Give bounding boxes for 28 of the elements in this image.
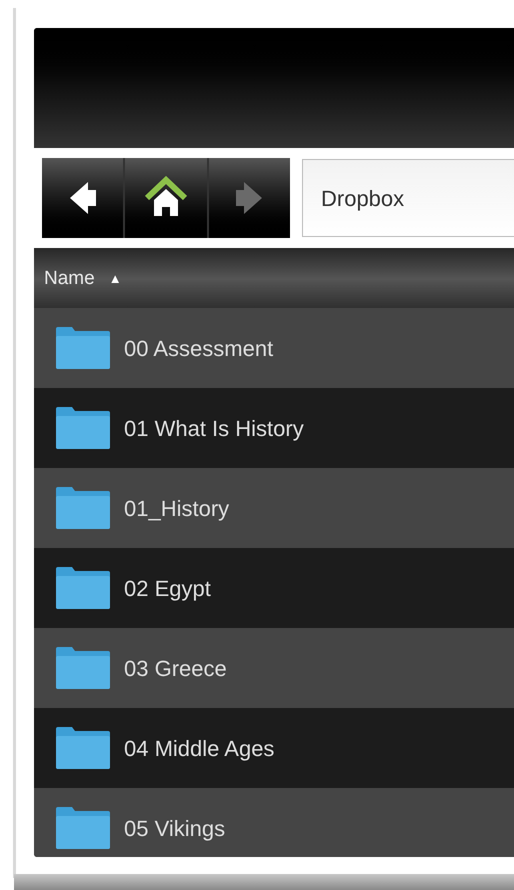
- folder-row[interactable]: 01 What Is History: [34, 388, 514, 468]
- column-label: Name: [44, 266, 95, 291]
- folder-name: 03 Greece: [124, 654, 227, 682]
- folder-icon: [54, 487, 110, 529]
- sort-indicator: ▲: [108, 270, 122, 288]
- folder-icon: [54, 327, 110, 369]
- folder-name: 04 Middle Ages: [124, 734, 274, 763]
- folder-row[interactable]: 02 Egypt: [34, 548, 514, 628]
- folder-icon: [54, 727, 110, 769]
- forward-arrow-icon: [234, 180, 264, 216]
- folder-row[interactable]: 03 Greece: [34, 628, 514, 708]
- folder-name: 05 Vikings: [124, 814, 226, 843]
- folder-name: 01 What Is History: [124, 414, 304, 443]
- folder-icon: [54, 647, 110, 689]
- folder-icon: [54, 807, 110, 849]
- folder-icon: [54, 407, 110, 449]
- path-field[interactable]: Dropbox: [302, 159, 514, 237]
- folder-row[interactable]: 05 Vikings: [34, 788, 514, 857]
- folder-name: 00 Assessment: [124, 334, 274, 362]
- folder-name: 01_History: [124, 494, 230, 523]
- folder-row[interactable]: 00 Assessment: [34, 308, 514, 388]
- folder-name: 02 Egypt: [124, 574, 211, 603]
- home-button[interactable]: [123, 158, 207, 238]
- column-header[interactable]: Name ▲: [34, 250, 514, 308]
- folder-row[interactable]: 01_History: [34, 468, 514, 548]
- back-arrow-icon: [68, 180, 98, 216]
- folder-row[interactable]: 04 Middle Ages: [34, 708, 514, 788]
- folder-icon: [54, 567, 110, 609]
